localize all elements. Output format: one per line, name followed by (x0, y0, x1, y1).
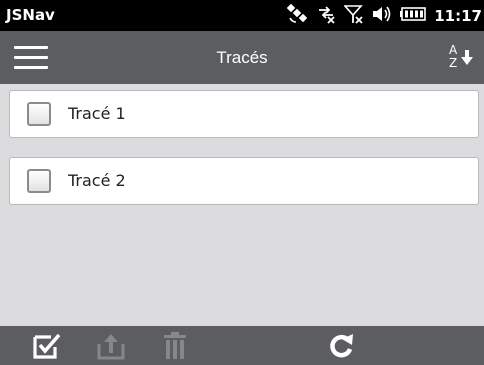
page-title: Tracés (216, 48, 268, 67)
list-item-trace-1[interactable]: Tracé 1 (9, 90, 479, 138)
clock: 11:17 (434, 6, 482, 25)
checkbox[interactable] (27, 102, 51, 126)
status-bar: JSNav 11:17 (0, 0, 484, 31)
checkbox[interactable] (27, 169, 51, 193)
refresh-icon[interactable] (326, 331, 356, 361)
battery-icon (400, 6, 427, 25)
volume-icon (372, 4, 392, 28)
data-disconnected-icon (316, 4, 336, 28)
app-name: JSNav (6, 6, 55, 24)
select-all-icon[interactable] (32, 331, 62, 361)
list-item-label: Tracé 2 (68, 171, 126, 190)
delete-icon[interactable] (160, 331, 190, 361)
sort-letter-a: A (449, 43, 458, 57)
no-signal-icon (343, 4, 364, 28)
list-item-trace-2[interactable]: Tracé 2 (9, 157, 479, 205)
status-icons: 11:17 (286, 0, 484, 31)
bottom-toolbar (0, 326, 484, 365)
export-icon[interactable] (96, 331, 126, 361)
track-list: Tracé 1 Tracé 2 (0, 84, 484, 326)
gps-satellite-icon (286, 3, 308, 28)
sort-letter-z: Z (449, 56, 457, 70)
list-item-label: Tracé 1 (68, 104, 126, 123)
sort-az-icon[interactable]: A Z (448, 42, 476, 72)
header: Tracés A Z (0, 31, 484, 84)
